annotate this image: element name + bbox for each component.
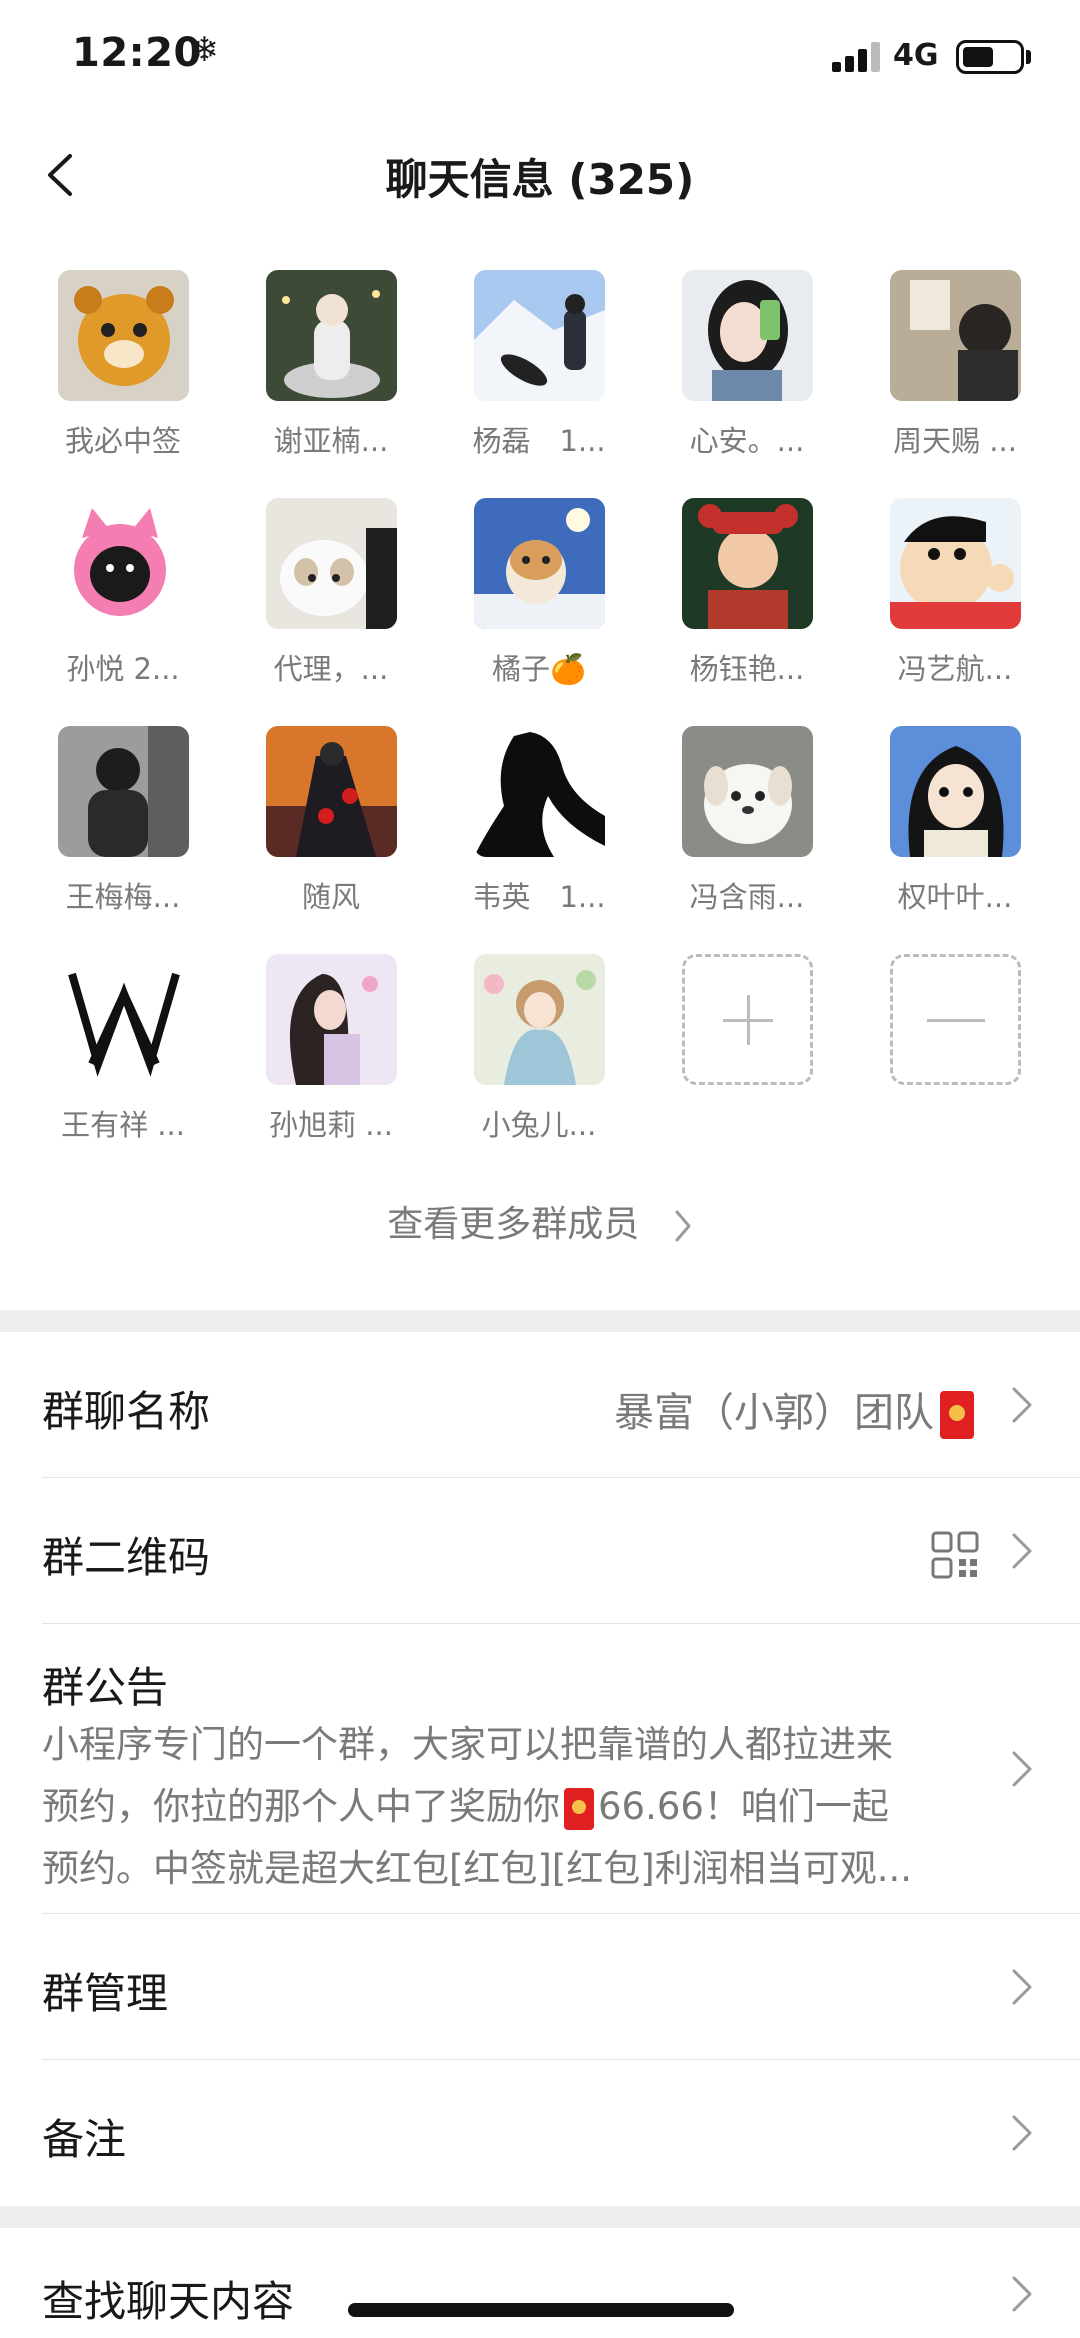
remark-row[interactable]: 备注 [0, 2060, 1080, 2206]
chevron-right-icon [1012, 1751, 1032, 1787]
avatar [890, 498, 1021, 629]
battery-icon [956, 40, 1024, 74]
avatar [266, 954, 397, 1085]
avatar [58, 954, 189, 1085]
section-divider [0, 2206, 1080, 2228]
member-name: 杨钰艳... [689, 652, 805, 686]
member-item[interactable]: 心安。... [647, 270, 837, 480]
chevron-right-icon [1012, 1387, 1032, 1423]
member-item[interactable]: 杨磊 1... [439, 270, 629, 480]
member-item[interactable]: 王梅梅... [23, 726, 213, 936]
member-item[interactable]: 周天赐 ... [855, 270, 1045, 480]
avatar [58, 726, 189, 857]
signal-icon [832, 42, 880, 72]
status-time: 12:20 [72, 30, 202, 76]
chevron-right-icon [1012, 1533, 1032, 1569]
group-manage-label: 群管理 [42, 1969, 169, 2018]
group-notice-row[interactable]: 群公告 小程序专门的一个群，大家可以把靠谱的人都拉进来 预约，你拉的那个人中了奖… [0, 1624, 1080, 1914]
network-type: 4G [893, 38, 939, 73]
member-name: 周天赐 ... [893, 424, 1017, 458]
red-envelope-icon [564, 1787, 594, 1830]
member-name: 谢亚楠... [273, 424, 389, 458]
nav-bar: 聊天信息 (325) [0, 120, 1080, 230]
avatar [266, 498, 397, 629]
member-item[interactable]: 冯艺航... [855, 498, 1045, 708]
chevron-right-icon [675, 1210, 691, 1242]
avatar [474, 498, 605, 629]
member-item[interactable]: 谢亚楠... [231, 270, 421, 480]
avatar [58, 498, 189, 629]
qr-code-icon [931, 1531, 979, 1579]
view-more-members-link[interactable]: 查看更多群成员 [0, 1195, 1080, 1247]
view-more-members-label: 查看更多群成员 [387, 1204, 640, 1245]
avatar [890, 270, 1021, 401]
avatar [890, 726, 1021, 857]
minus-icon[interactable] [890, 954, 1021, 1085]
group-notice-text: 小程序专门的一个群，大家可以把靠谱的人都拉进来 预约，你拉的那个人中了奖励你 66… [42, 1723, 913, 1890]
member-item[interactable]: 韦英 1... [439, 726, 629, 936]
member-name: 孙旭莉 ... [269, 1108, 393, 1142]
group-notice-label: 群公告 [42, 1663, 169, 1712]
plus-icon[interactable] [682, 954, 813, 1085]
group-name-row[interactable]: 群聊名称 暴富（小郭）团队 [0, 1332, 1080, 1478]
avatar [474, 954, 605, 1085]
member-name: 代理，... [273, 652, 389, 686]
avatar [682, 498, 813, 629]
member-item[interactable]: 我必中签 [23, 270, 213, 480]
member-item[interactable]: 冯含雨... [647, 726, 837, 936]
group-name-label: 群聊名称 [42, 1387, 211, 1436]
member-name: 韦英 1... [472, 880, 606, 914]
member-item[interactable]: 橘子🍊 [439, 498, 629, 708]
avatar [682, 726, 813, 857]
group-name-value: 暴富（小郭）团队 [614, 1380, 980, 1439]
member-item[interactable]: 孙悦 2... [23, 498, 213, 708]
avatar [266, 270, 397, 401]
status-bar: 12:20 ❄ 4G [0, 0, 1080, 120]
member-name: 小兔儿... [481, 1108, 597, 1142]
section-divider [0, 1310, 1080, 1332]
member-name: 权叶叶... [897, 880, 1013, 914]
page-title: 聊天信息 (325) [385, 155, 695, 204]
member-item[interactable]: 杨钰艳... [647, 498, 837, 708]
chevron-right-icon [1012, 2115, 1032, 2151]
member-name: 我必中签 [64, 424, 181, 458]
member-item[interactable]: 随风 [231, 726, 421, 936]
member-item[interactable]: 权叶叶... [855, 726, 1045, 936]
member-item[interactable]: 孙旭莉 ... [231, 954, 421, 1164]
battery-cap [1026, 50, 1031, 64]
snowflake-icon: ❄ [190, 30, 219, 70]
avatar [474, 270, 605, 401]
avatar [58, 270, 189, 401]
member-name: 随风 [301, 880, 360, 914]
search-chat-row[interactable]: 查找聊天内容 [0, 2228, 1080, 2338]
member-name: 杨磊 1... [472, 424, 606, 458]
red-envelope-icon [940, 1391, 974, 1439]
group-manage-row[interactable]: 群管理 [0, 1914, 1080, 2060]
group-qr-label: 群二维码 [42, 1533, 211, 1582]
avatar [682, 270, 813, 401]
member-name: 心安。... [689, 424, 805, 458]
home-indicator[interactable] [348, 2303, 734, 2317]
member-item[interactable]: 小兔儿... [439, 954, 629, 1164]
search-chat-label: 查找聊天内容 [42, 2277, 295, 2326]
member-name: 王梅梅... [65, 880, 181, 914]
chevron-right-icon [1012, 2276, 1032, 2312]
member-name: 冯艺航... [897, 652, 1013, 686]
member-name: 王有祥 ... [61, 1108, 185, 1142]
avatar [266, 726, 397, 857]
avatar [474, 726, 605, 857]
remark-label: 备注 [42, 2115, 127, 2164]
add-member-button[interactable] [647, 954, 837, 1164]
member-item[interactable]: 代理，... [231, 498, 421, 708]
remove-member-button[interactable] [855, 954, 1045, 1164]
member-name: 孙悦 2... [66, 652, 180, 686]
member-name: 橘子🍊 [491, 652, 587, 686]
group-qr-row[interactable]: 群二维码 [0, 1478, 1080, 1624]
chevron-right-icon [1012, 1969, 1032, 2005]
member-item[interactable]: 王有祥 ... [23, 954, 213, 1164]
member-name: 冯含雨... [689, 880, 805, 914]
